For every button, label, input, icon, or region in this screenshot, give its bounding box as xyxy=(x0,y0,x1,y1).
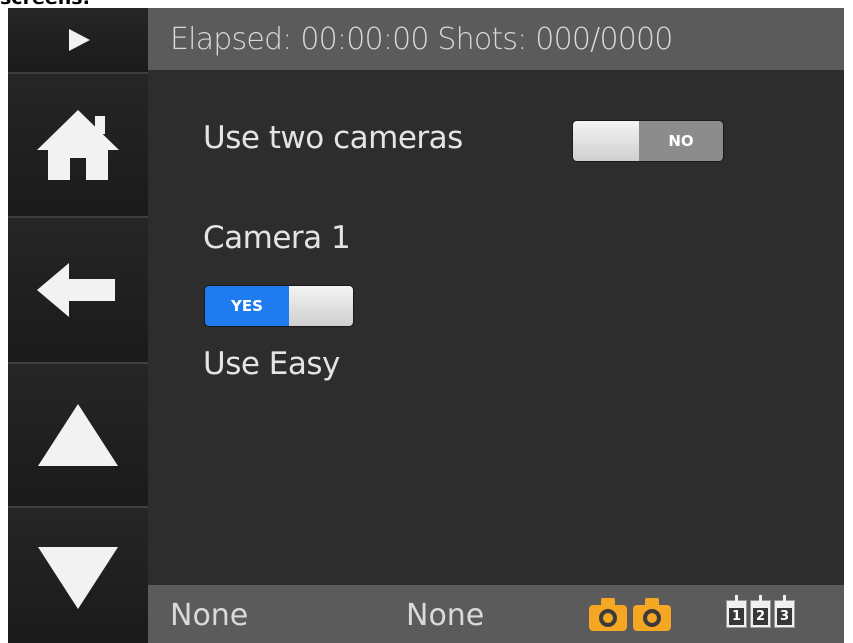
play-icon xyxy=(69,29,90,51)
slot-number: 2 xyxy=(753,608,768,625)
slot-2-icon: 2 xyxy=(750,595,771,628)
elapsed-value: 00:00:00 xyxy=(300,22,429,57)
camera-icon xyxy=(589,598,627,631)
toggle-knob xyxy=(573,121,639,161)
back-button[interactable] xyxy=(8,218,148,364)
shots-label: Shots: xyxy=(437,22,527,57)
home-icon xyxy=(37,110,119,180)
down-button[interactable] xyxy=(8,508,148,643)
toggle-state-label: NO xyxy=(668,132,694,150)
sidebar xyxy=(8,8,148,643)
slot-number: 3 xyxy=(777,608,792,625)
two-cameras-label: Use two cameras xyxy=(203,120,463,156)
status-text: Elapsed: 00:00:00 Shots: 000/0000 xyxy=(170,8,673,70)
toggle-state-label: YES xyxy=(231,297,263,315)
up-button[interactable] xyxy=(8,364,148,508)
camera-1-value: None xyxy=(170,598,249,633)
slot-3-icon: 3 xyxy=(774,595,795,628)
camera-icon xyxy=(633,598,671,631)
camera-1-toggle[interactable]: YES xyxy=(205,286,353,326)
arrow-up-icon xyxy=(38,404,118,466)
home-button[interactable] xyxy=(8,74,148,218)
slot-number: 1 xyxy=(729,608,744,625)
slot-1-icon: 1 xyxy=(726,595,747,628)
arrow-left-icon xyxy=(37,263,115,317)
status-footer: None None 1 2 3 xyxy=(148,585,844,643)
play-button[interactable] xyxy=(8,8,148,74)
arrow-down-icon xyxy=(38,546,118,609)
device-screen: Elapsed: 00:00:00 Shots: 000/0000 Use tw… xyxy=(8,8,844,643)
toggle-knob xyxy=(289,286,353,326)
use-easy-label: Use Easy xyxy=(203,346,340,382)
two-cameras-toggle[interactable]: NO xyxy=(573,121,723,161)
status-header: Elapsed: 00:00:00 Shots: 000/0000 xyxy=(148,8,844,70)
camera-2-value: None xyxy=(406,598,485,633)
elapsed-label: Elapsed: xyxy=(170,22,292,57)
settings-panel: Use two cameras NO Camera 1 YES Use Easy xyxy=(148,70,844,585)
camera-heading: Camera 1 xyxy=(203,220,351,256)
shots-value: 000/0000 xyxy=(535,22,673,57)
